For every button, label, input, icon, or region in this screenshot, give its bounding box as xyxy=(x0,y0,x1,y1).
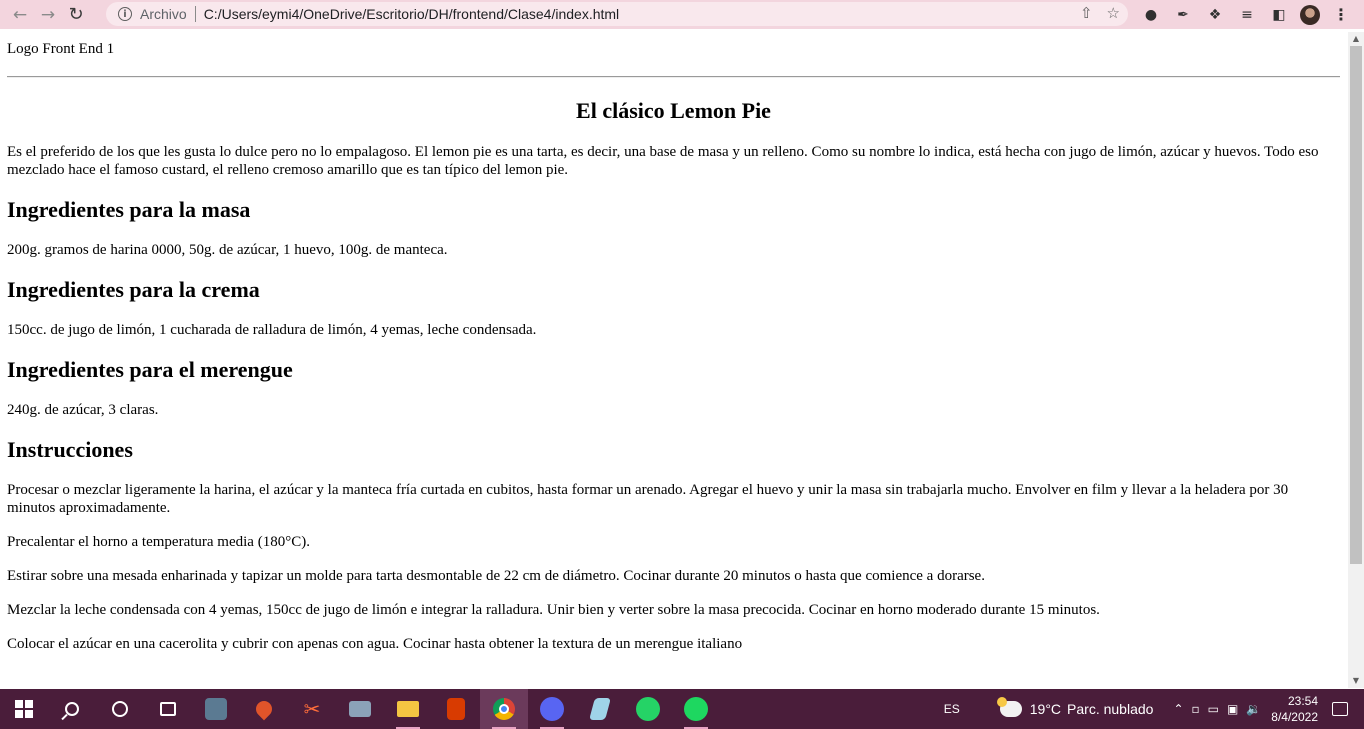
omnibox-separator xyxy=(194,6,196,22)
maps-pin-icon xyxy=(252,697,276,721)
heading-instrucciones: Instrucciones xyxy=(7,437,133,462)
text-crema: 150cc. de jugo de limón, 1 cucharada de … xyxy=(7,322,537,338)
url-text[interactable]: C:/Users/eymi4/OneDrive/Escritorio/DH/fr… xyxy=(204,6,619,22)
profile-avatar[interactable] xyxy=(1300,4,1320,25)
task-view-icon xyxy=(160,702,176,716)
scrollbar-thumb[interactable] xyxy=(1350,46,1362,564)
reload-icon[interactable]: ↻ xyxy=(62,1,90,29)
start-button[interactable] xyxy=(0,689,48,729)
chrome-icon xyxy=(493,698,515,720)
share-icon[interactable]: ⇧ xyxy=(1080,4,1093,22)
taskbar-app-chrome[interactable] xyxy=(480,689,528,729)
clock-date: 8/4/2022 xyxy=(1271,710,1318,724)
folder-icon xyxy=(397,701,419,717)
omnibox-actions: ⇧ ☆ xyxy=(1080,4,1120,22)
taskbar-app-whatsapp[interactable] xyxy=(624,689,672,729)
taskbar-app-maps[interactable] xyxy=(240,689,288,729)
taskbar-app-office[interactable] xyxy=(432,689,480,729)
notes-icon xyxy=(589,698,611,720)
windows-taskbar: ✂ ES 19°C Parc. nublado ⌃ ▫ ▭ ▣ 🔉 23:54 … xyxy=(0,689,1364,729)
logo-text: Logo Front End 1 xyxy=(7,41,115,57)
taskbar-app-camera[interactable] xyxy=(336,689,384,729)
text-merengue: 240g. de azúcar, 3 claras. xyxy=(7,402,159,418)
heading-merengue: Ingredientes para el merengue xyxy=(7,357,293,382)
notification-center-icon[interactable] xyxy=(1332,702,1348,716)
side-panel-icon[interactable]: ◧ xyxy=(1268,4,1290,26)
weather-description[interactable]: Parc. nublado xyxy=(1067,701,1153,717)
taskbar-app-notes[interactable] xyxy=(576,689,624,729)
taskbar-app-discord[interactable] xyxy=(528,689,576,729)
puzzle-extensions-icon[interactable]: ❖ xyxy=(1204,4,1226,26)
network-icon[interactable]: ▣ xyxy=(1227,702,1238,716)
meet-now-icon[interactable]: ▫ xyxy=(1192,702,1200,716)
instruction-step: Precalentar el horno a temperatura media… xyxy=(7,534,310,550)
menu-kebab-icon[interactable]: ⋮ xyxy=(1330,4,1352,26)
instruction-step: Mezclar la leche condensada con 4 yemas,… xyxy=(7,602,1100,618)
page-title: El clásico Lemon Pie xyxy=(576,98,771,123)
vertical-scrollbar[interactable]: ▲ ▼ xyxy=(1348,32,1364,688)
back-arrow-icon[interactable]: ← xyxy=(6,1,34,29)
star-icon[interactable]: ☆ xyxy=(1107,4,1120,22)
info-icon[interactable]: i xyxy=(118,7,132,21)
volume-icon[interactable]: 🔉 xyxy=(1246,702,1261,716)
heading-crema: Ingredientes para la crema xyxy=(7,277,260,302)
clock[interactable]: 23:54 8/4/2022 xyxy=(1271,693,1318,725)
scroll-up-arrow-icon[interactable]: ▲ xyxy=(1348,34,1364,44)
system-tray: ES 19°C Parc. nublado ⌃ ▫ ▭ ▣ 🔉 23:54 8/… xyxy=(944,689,1364,729)
spotify-icon xyxy=(684,697,708,721)
heading-masa: Ingredientes para la masa xyxy=(7,197,251,222)
search-icon xyxy=(65,702,79,716)
clock-time: 23:54 xyxy=(1287,694,1318,708)
reading-list-icon[interactable]: ≡ xyxy=(1236,4,1258,26)
task-view-button[interactable] xyxy=(144,689,192,729)
origin-label: Archivo xyxy=(140,6,187,22)
scissors-icon: ✂ xyxy=(303,697,321,721)
taskbar-app-explorer[interactable] xyxy=(384,689,432,729)
eyedropper-icon[interactable]: ✒ xyxy=(1172,4,1194,26)
taskbar-app-calculator[interactable] xyxy=(192,689,240,729)
tray-icons: ⌃ ▫ ▭ ▣ 🔉 xyxy=(1173,702,1261,716)
discord-icon xyxy=(540,697,564,721)
intro-paragraph: Es el preferido de los que les gusta lo … xyxy=(7,144,1319,178)
browser-toolbar: ← → ↻ i Archivo C:/Users/eymi4/OneDrive/… xyxy=(0,0,1364,29)
taskbar-search-button[interactable] xyxy=(48,689,96,729)
weather-temp[interactable]: 19°C xyxy=(1030,701,1061,717)
cortana-icon xyxy=(112,701,128,717)
instruction-step: Procesar o mezclar ligeramente la harina… xyxy=(7,482,1289,516)
instruction-step: Colocar el azúcar en una cacerolita y cu… xyxy=(7,636,743,652)
page-content: Logo Front End 1 El clásico Lemon Pie Es… xyxy=(0,32,1348,688)
calculator-icon xyxy=(205,698,227,720)
cortana-button[interactable] xyxy=(96,689,144,729)
scroll-down-arrow-icon[interactable]: ▼ xyxy=(1348,676,1364,686)
partly-cloudy-icon[interactable] xyxy=(996,697,1022,717)
windows-logo-icon xyxy=(15,700,33,718)
extension-icons: ● ✒ ❖ ≡ ◧ ⋮ xyxy=(1140,0,1352,29)
chevron-up-icon[interactable]: ⌃ xyxy=(1173,702,1183,716)
whatsapp-icon xyxy=(636,697,660,721)
office-icon xyxy=(447,698,465,720)
battery-icon[interactable]: ▭ xyxy=(1208,702,1219,716)
text-masa: 200g. gramos de harina 0000, 50g. de azú… xyxy=(7,242,448,258)
camera-icon xyxy=(349,701,371,717)
address-bar[interactable]: i Archivo C:/Users/eymi4/OneDrive/Escrit… xyxy=(106,2,1128,26)
instruction-step: Estirar sobre una mesada enharinada y ta… xyxy=(7,568,985,584)
taskbar-app-snip[interactable]: ✂ xyxy=(288,689,336,729)
horizontal-rule xyxy=(7,76,1340,78)
language-indicator[interactable]: ES xyxy=(944,702,960,716)
taskbar-app-spotify[interactable] xyxy=(672,689,720,729)
forward-arrow-icon[interactable]: → xyxy=(34,1,62,29)
extension-tomato-icon[interactable]: ● xyxy=(1140,4,1162,26)
